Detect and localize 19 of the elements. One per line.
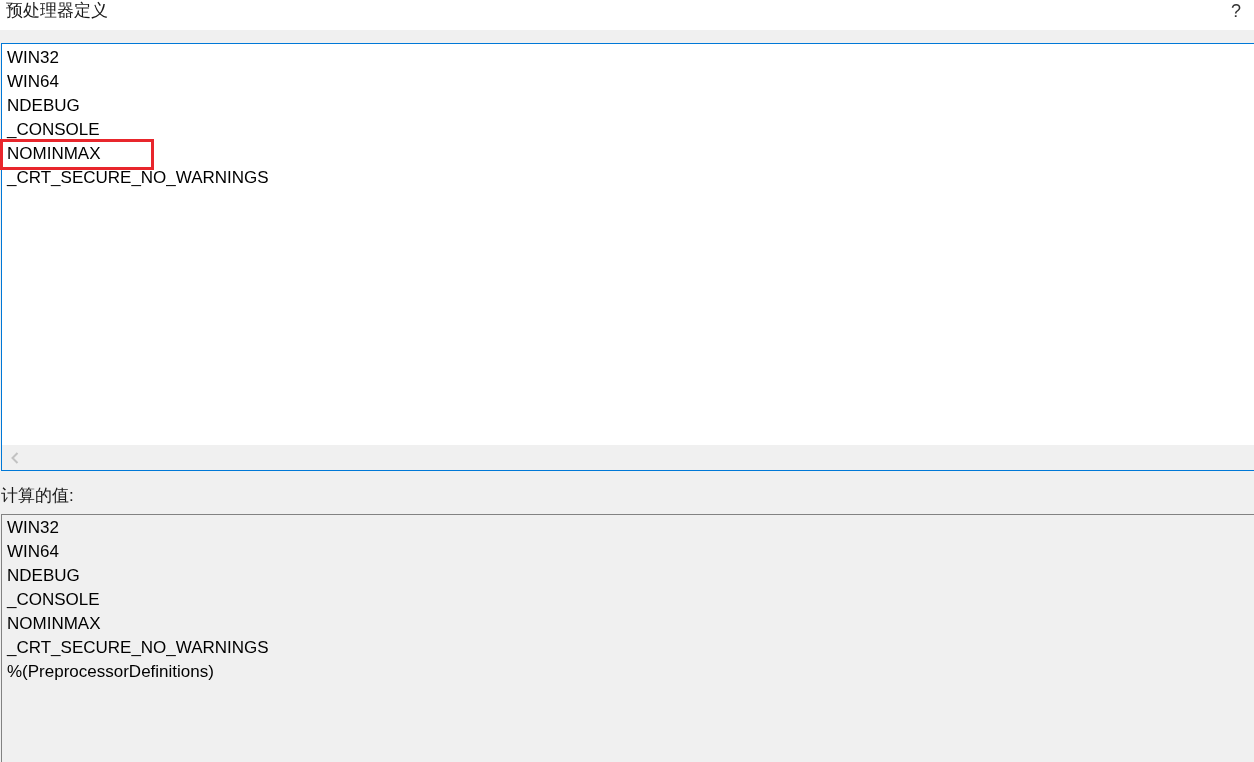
definition-text: WIN32	[7, 49, 59, 67]
dialog-title: 预处理器定义	[6, 0, 108, 22]
definition-text: _CONSOLE	[7, 121, 100, 139]
help-button[interactable]: ?	[1229, 0, 1243, 22]
definition-text: NOMINMAX	[7, 145, 101, 163]
definition-text: NDEBUG	[7, 97, 80, 115]
computed-value-text: %(PreprocessorDefinitions)	[7, 663, 214, 681]
computed-values-label: 计算的值:	[1, 485, 74, 507]
computed-value-text: NDEBUG	[7, 567, 80, 585]
computed-value-text: NOMINMAX	[7, 615, 101, 633]
horizontal-scrollbar[interactable]	[2, 445, 1254, 470]
computed-value-text: _CRT_SECURE_NO_WARNINGS	[7, 639, 269, 657]
definition-text: WIN64	[7, 73, 59, 91]
definition-text: _CRT_SECURE_NO_WARNINGS	[7, 169, 269, 187]
computed-value-text: _CONSOLE	[7, 591, 100, 609]
computed-value-text: WIN64	[7, 543, 59, 561]
chevron-left-icon[interactable]	[11, 451, 19, 464]
definitions-field[interactable]: WIN32 WIN64 NDEBUG _CONSOLE NOMINMAX _CRT_SECURE_NO_WARNINGS	[1, 43, 1254, 471]
computed-value-text: WIN32	[7, 519, 59, 537]
